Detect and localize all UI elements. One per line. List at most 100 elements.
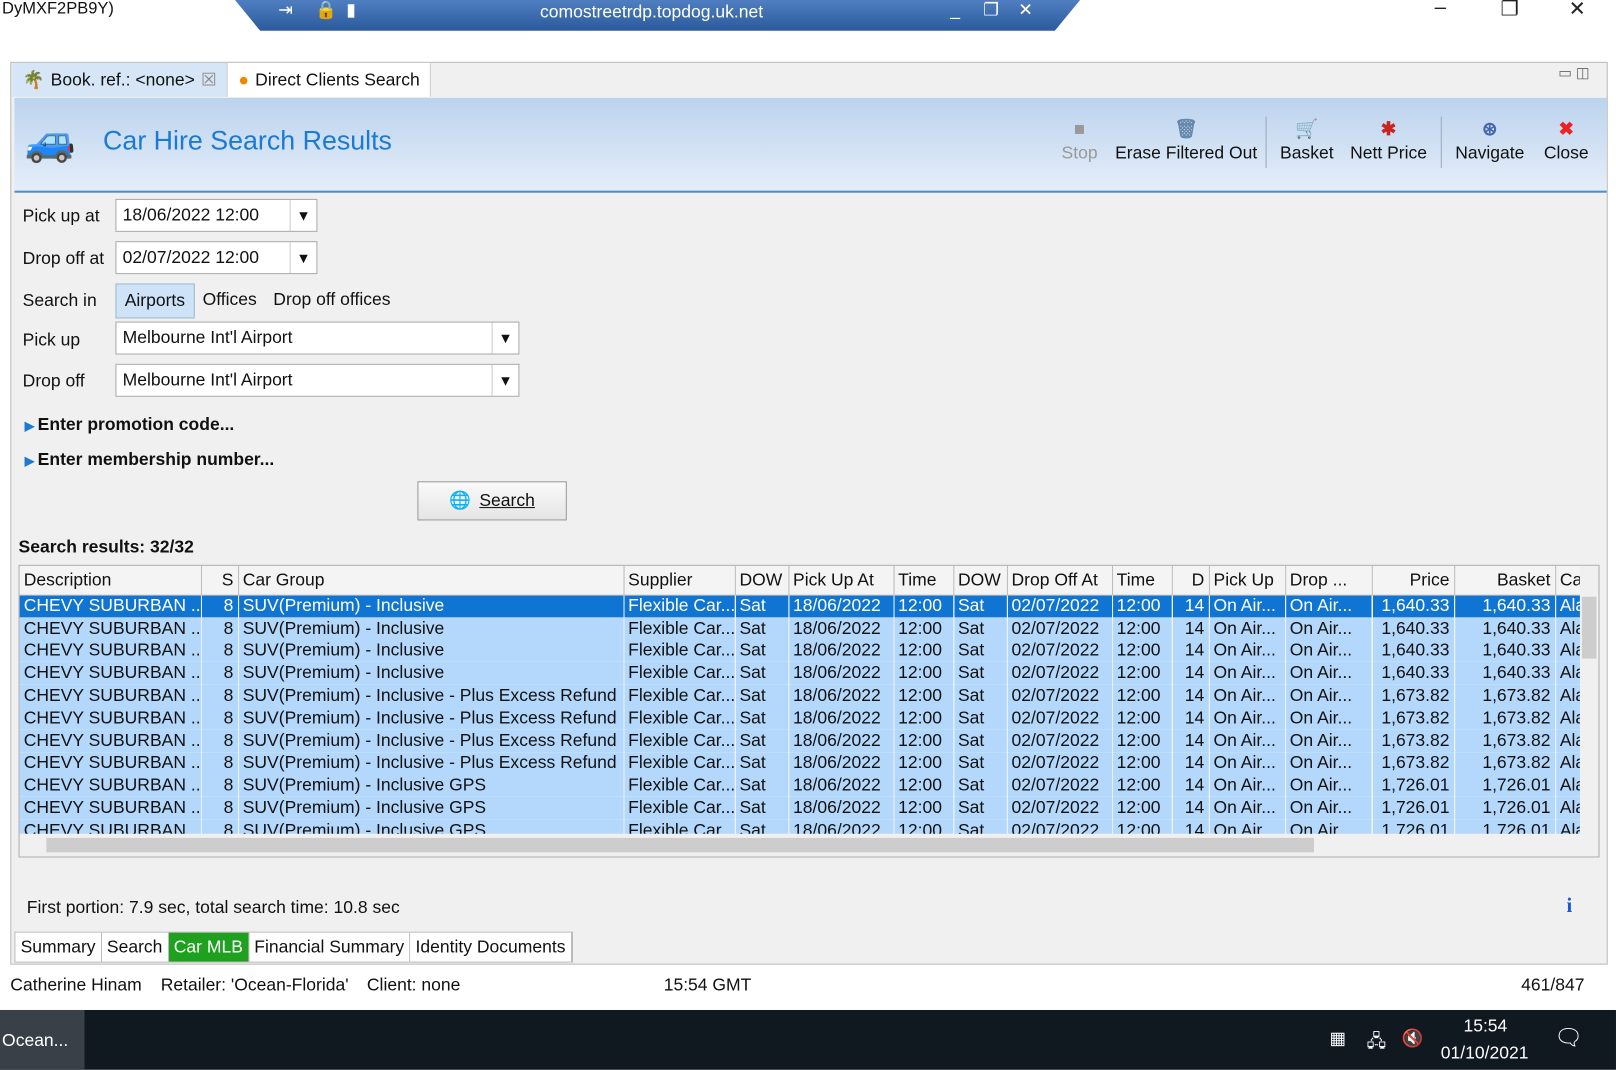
table-cell: 8 xyxy=(200,751,239,775)
office-icon[interactable]: ▦ xyxy=(1329,1029,1346,1050)
table-cell: SUV(Premium) - Inclusive GPS xyxy=(238,774,625,797)
pickup-at-field[interactable]: 18/06/2022 12:00 ▼ xyxy=(115,198,318,232)
taskbar-app-ocean[interactable]: Ocean... xyxy=(0,1009,85,1070)
table-row[interactable]: CHEVY SUBURBAN ... 8 SUV(Premium) - Inclus… xyxy=(19,684,1585,707)
clock-time[interactable]: 15:54 xyxy=(1463,1016,1507,1037)
table-cell: 8 xyxy=(200,639,239,663)
tab-identity-documents[interactable]: Identity Documents xyxy=(410,932,572,962)
table-cell: 02/07/2022 xyxy=(1006,617,1113,640)
basket-button[interactable]: 🛒 Basket xyxy=(1280,119,1334,164)
table-cell: 12:00 xyxy=(893,662,954,685)
info-icon[interactable]: i xyxy=(1567,895,1573,919)
close-icon[interactable]: ✕ xyxy=(1569,0,1586,22)
table-row[interactable]: CHEVY SUBURBAN ... 8 SUV(Premium) - Inclus… xyxy=(19,639,1585,663)
table-cell: 14 xyxy=(1171,796,1210,820)
minimize-panel-icon[interactable]: ▭ ◫ xyxy=(1558,64,1589,82)
table-cell: Sat xyxy=(734,662,789,685)
tab-car-mlb[interactable]: Car MLB xyxy=(168,932,250,962)
table-row[interactable]: CHEVY SUBURBAN ... 8 SUV(Premium) - Inclus… xyxy=(19,751,1585,775)
table-cell: 1,726.01 xyxy=(1454,774,1556,797)
horizontal-scrollbar[interactable] xyxy=(19,833,1599,857)
table-cell: 1,640.33 xyxy=(1454,639,1556,663)
chevron-down-icon[interactable]: ▼ xyxy=(491,322,519,354)
column-header[interactable]: Time xyxy=(893,565,954,596)
chevron-down-icon[interactable]: ▼ xyxy=(289,242,317,274)
erase-filtered-button[interactable]: 🗑 Erase Filtered Out xyxy=(1115,119,1257,164)
bottom-tabs: Summary Search Car MLB Financial Summary… xyxy=(14,931,573,963)
promo-code-expander[interactable]: ▶ Enter promotion code... xyxy=(25,414,235,435)
table-cell: Flexible Car... xyxy=(623,729,736,752)
tab-direct-clients[interactable]: ● Direct Clients Search xyxy=(228,62,432,97)
navigate-button[interactable]: ⊛ Navigate xyxy=(1455,119,1524,164)
table-cell: 14 xyxy=(1171,774,1210,797)
close-tab-icon[interactable]: ☒ xyxy=(201,70,217,91)
close-button[interactable]: ✖ Close xyxy=(1544,119,1589,164)
status-count: 461/847 xyxy=(1521,974,1585,995)
minimize-icon[interactable]: _ xyxy=(950,0,960,21)
column-header[interactable]: Car Group xyxy=(238,565,625,596)
vertical-scrollbar[interactable] xyxy=(1579,565,1599,836)
minimize-icon[interactable]: – xyxy=(1435,0,1446,20)
table-cell: 02/07/2022 xyxy=(1006,639,1113,663)
table-row[interactable]: CHEVY SUBURBAN ... 8 SUV(Premium) - Inclus… xyxy=(19,706,1585,730)
column-header[interactable]: Pick Up At xyxy=(788,565,895,596)
tab-financial-summary[interactable]: Financial Summary xyxy=(249,932,411,962)
column-header[interactable]: Time xyxy=(1112,565,1173,596)
pin-icon[interactable]: ⇥ xyxy=(278,0,293,21)
table-row[interactable]: CHEVY SUBURBAN ... 8 SUV(Premium) - Inclus… xyxy=(19,617,1585,640)
table-row[interactable]: CHEVY SUBURBAN ... 8 SUV(Premium) - Inclus… xyxy=(19,662,1585,685)
search-in-offices[interactable]: Offices xyxy=(194,283,265,318)
table-cell: 12:00 xyxy=(893,729,954,752)
column-header[interactable]: S xyxy=(200,565,239,596)
table-cell: 1,640.33 xyxy=(1454,617,1556,640)
volume-muted-icon[interactable]: 🔇 xyxy=(1402,1029,1424,1050)
maximize-icon[interactable]: ❐ xyxy=(1501,0,1519,22)
chevron-down-icon[interactable]: ▼ xyxy=(289,199,317,231)
table-row[interactable]: CHEVY SUBURBAN ... 8 SUV(Premium) - Inclus… xyxy=(19,774,1585,797)
table-row[interactable]: CHEVY SUBURBAN ... 8 SUV(Premium) - Inclus… xyxy=(19,594,1585,618)
tab-search[interactable]: Search xyxy=(101,932,169,962)
separator xyxy=(1440,116,1442,168)
column-header[interactable]: DOW xyxy=(953,565,1008,596)
search-in-airports[interactable]: Airports xyxy=(115,283,195,319)
column-header[interactable]: DOW xyxy=(734,565,789,596)
tab-summary[interactable]: Summary xyxy=(15,932,102,962)
close-icon[interactable]: ✕ xyxy=(1018,0,1033,21)
network-icon[interactable]: 🖧 xyxy=(1367,1029,1387,1059)
column-header[interactable]: Pick Up xyxy=(1208,565,1286,596)
dropoff-at-label: Drop off at xyxy=(22,248,105,268)
nett-price-button[interactable]: ✱ Nett Price xyxy=(1350,119,1427,164)
search-button[interactable]: 🌐 Search xyxy=(417,481,567,521)
column-header[interactable]: Basket xyxy=(1454,565,1556,596)
clock-date[interactable]: 01/10/2021 xyxy=(1441,1043,1529,1064)
restore-icon[interactable]: ❐ xyxy=(983,0,999,21)
column-header[interactable]: D xyxy=(1171,565,1210,596)
table-cell: 1,673.82 xyxy=(1454,729,1556,752)
pickup-location-select[interactable]: Melbourne Int'l Airport ▼ xyxy=(115,321,520,355)
table-row[interactable]: CHEVY SUBURBAN ... 8 SUV(Premium) - Inclus… xyxy=(19,729,1585,752)
notifications-icon[interactable]: 🗨 xyxy=(1554,1024,1583,1051)
dropoff-at-field[interactable]: 02/07/2022 12:00 ▼ xyxy=(115,241,318,275)
table-cell: CHEVY SUBURBAN ... xyxy=(19,774,202,797)
table-cell: 1,673.82 xyxy=(1454,751,1556,775)
tab-booking[interactable]: 🌴 Book. ref.: <none> ☒ xyxy=(12,62,229,97)
column-header[interactable]: Drop ... xyxy=(1285,565,1373,596)
dropoff-location-select[interactable]: Melbourne Int'l Airport ▼ xyxy=(115,363,520,397)
search-in-label: Search in xyxy=(22,290,97,311)
table-cell: 18/06/2022 xyxy=(788,751,895,775)
table-cell: Sat xyxy=(734,729,789,752)
search-in-dropoff-offices[interactable]: Drop off offices xyxy=(265,283,399,318)
table-cell: 02/07/2022 xyxy=(1006,662,1113,685)
membership-expander[interactable]: ▶ Enter membership number... xyxy=(25,449,275,470)
table-cell: 14 xyxy=(1171,617,1210,640)
stop-button[interactable]: ■ Stop xyxy=(1062,119,1098,164)
column-header[interactable]: Price xyxy=(1371,565,1455,596)
table-row[interactable]: CHEVY SUBURBAN ... 8 SUV(Premium) - Inclus… xyxy=(19,796,1585,820)
table-cell: Flexible Car... xyxy=(623,662,736,685)
column-header[interactable]: Description xyxy=(19,565,202,596)
column-header[interactable]: Drop Off At xyxy=(1006,565,1113,596)
table-cell: SUV(Premium) - Inclusive - Plus Excess R… xyxy=(238,684,625,707)
chevron-down-icon[interactable]: ▼ xyxy=(491,364,519,396)
column-header[interactable]: Supplier xyxy=(623,565,736,596)
table-cell: Sat xyxy=(734,684,789,707)
